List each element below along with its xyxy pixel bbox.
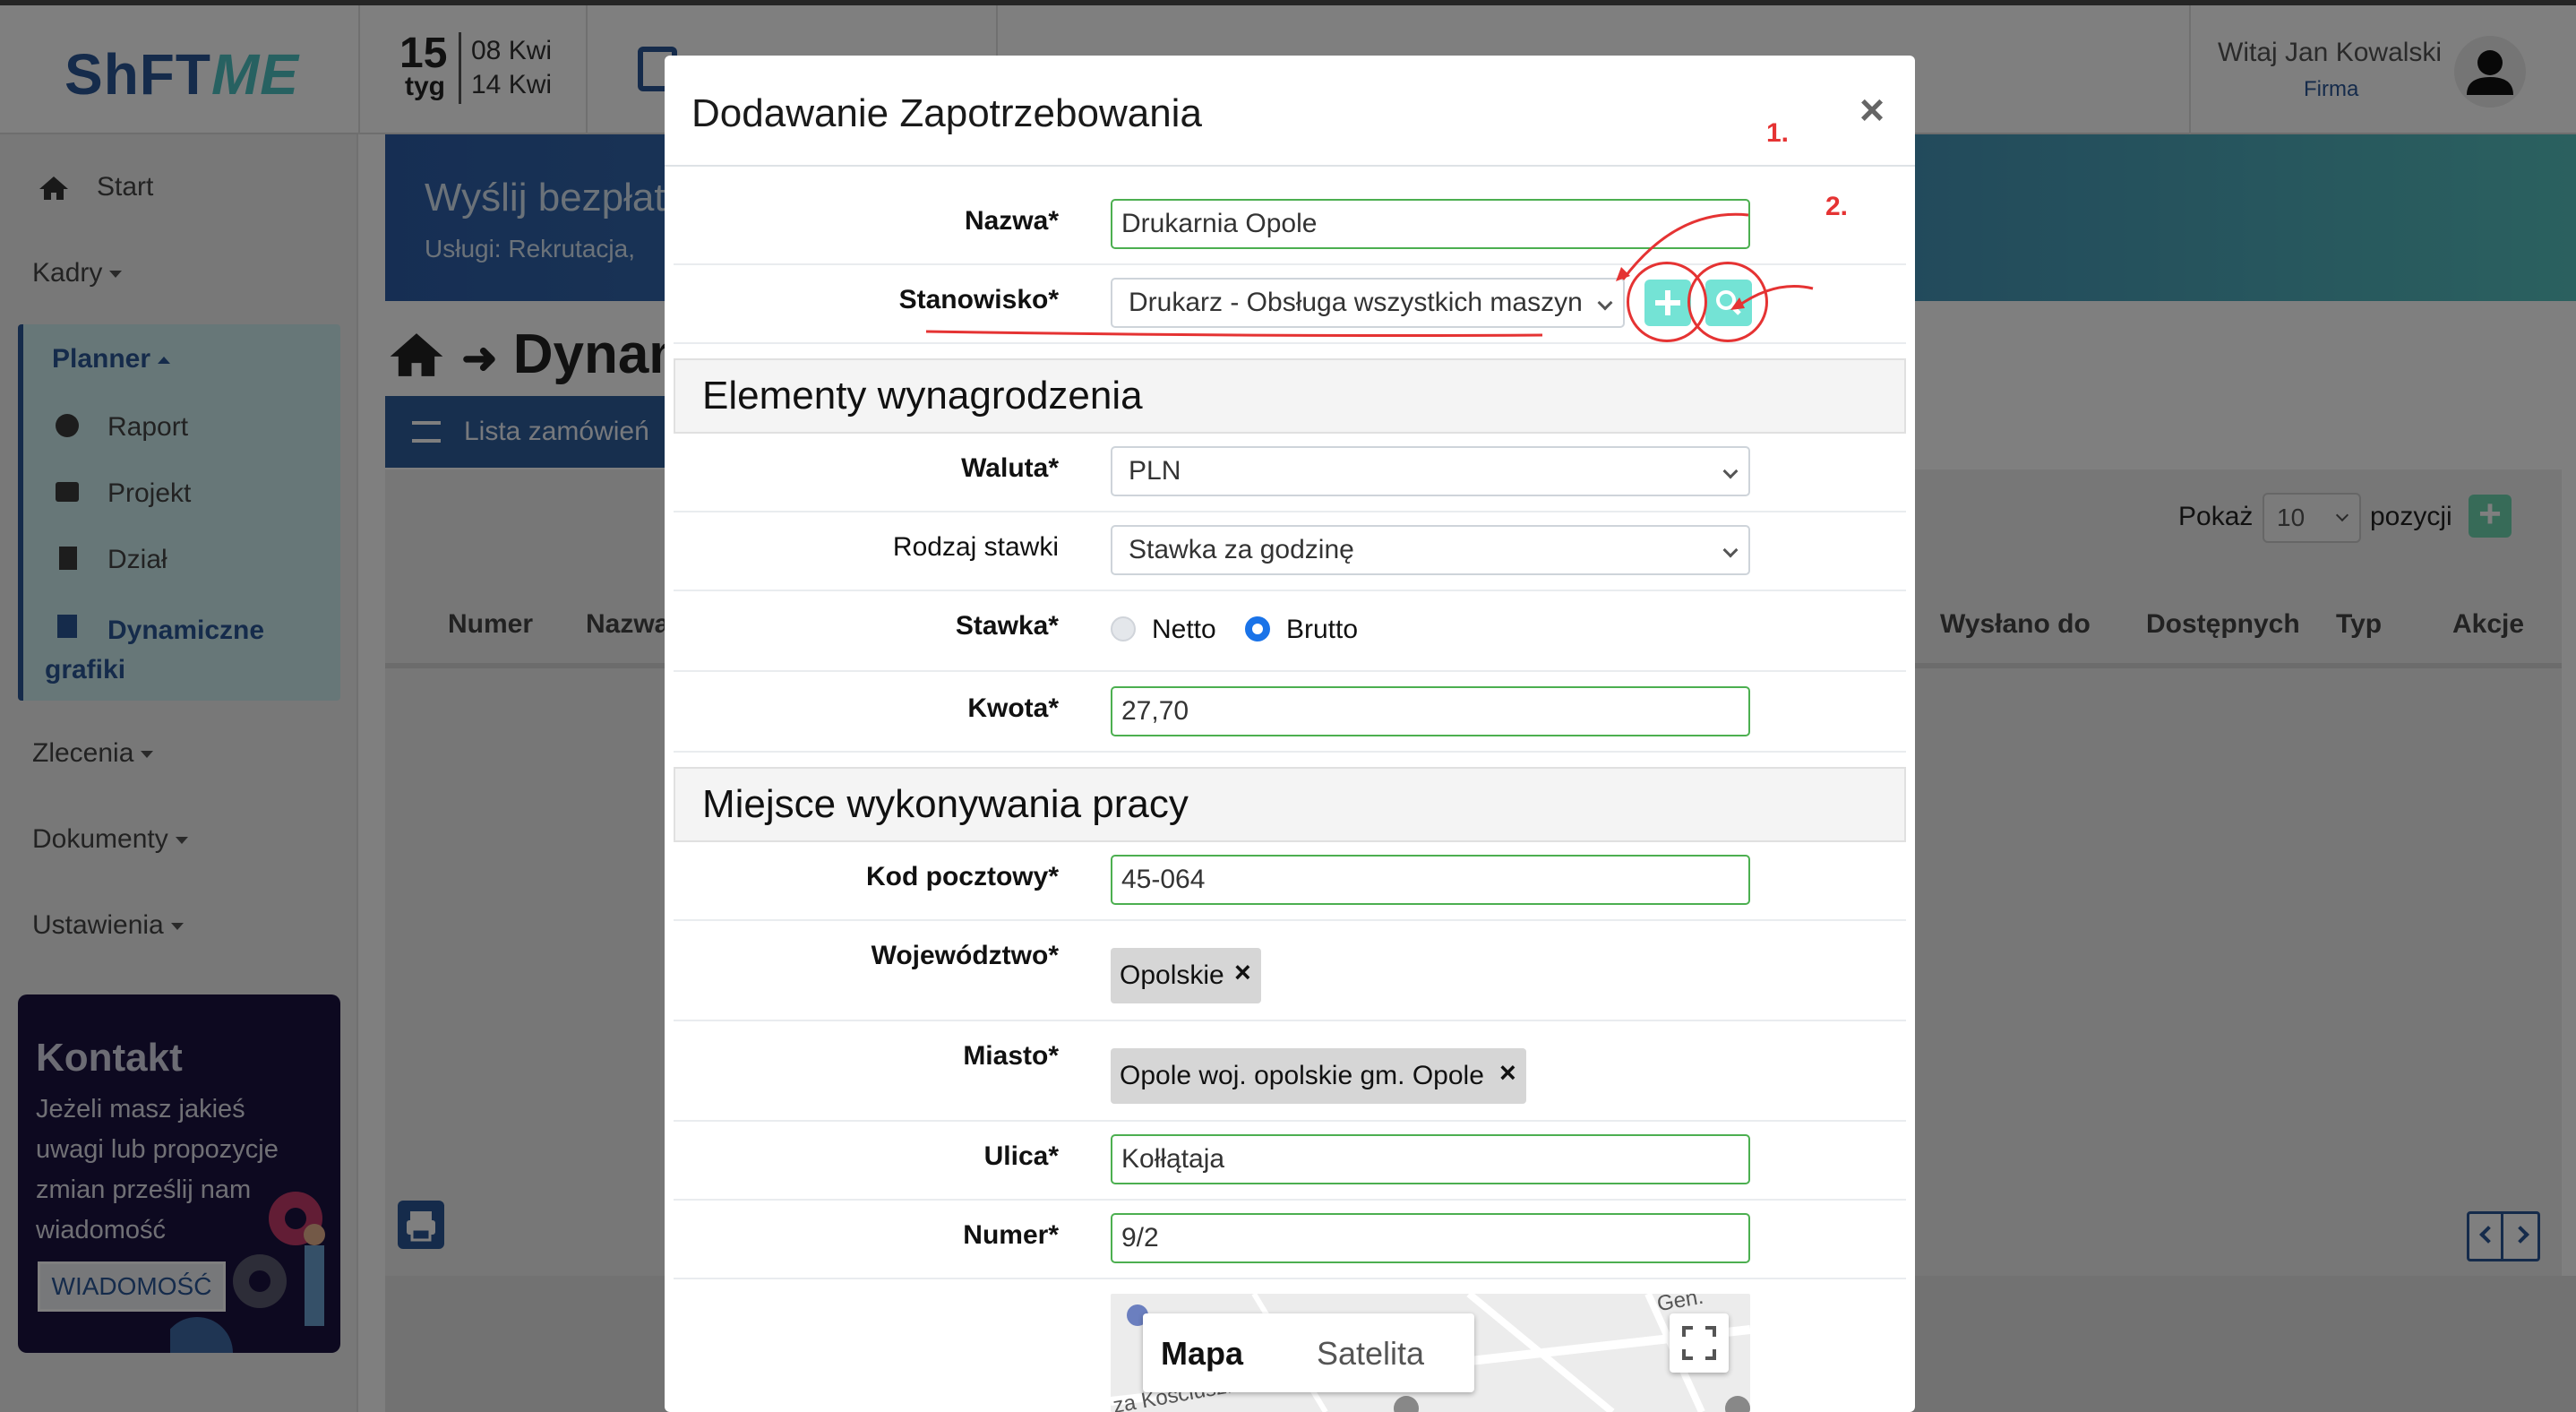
number-label: Numer* (963, 1220, 1059, 1250)
row-divider (674, 590, 1906, 591)
modal-title: Dodawanie Zapotrzebowania (691, 91, 1202, 135)
postal-code-label: Kod pocztowy* (866, 862, 1059, 891)
street-label: Ulica* (983, 1141, 1059, 1171)
remove-icon[interactable]: × (1499, 1045, 1516, 1100)
row-divider (674, 670, 1906, 672)
row-divider (674, 1199, 1906, 1201)
voivodeship-label: Województwo* (871, 941, 1059, 970)
radio-netto[interactable] (1111, 616, 1136, 641)
city-label: Miasto* (963, 1041, 1059, 1071)
rate-type-label: Rodzaj stawki (892, 532, 1059, 562)
row-divider (674, 1020, 1906, 1021)
map-tab[interactable]: Mapa (1161, 1335, 1243, 1373)
amount-input[interactable]: 27,70 (1111, 686, 1750, 736)
city-tag[interactable]: Opole woj. opolskie gm. Opole × (1111, 1048, 1526, 1104)
location-map[interactable]: za Kościuszk Gen. Mapa Satelita (1111, 1294, 1750, 1412)
row-divider (674, 751, 1906, 753)
annotation-label-1: 1. (1766, 118, 1790, 148)
radio-netto-label: Netto (1152, 615, 1216, 644)
postal-code-input[interactable]: 45-064 (1111, 855, 1750, 905)
radio-brutto[interactable] (1245, 616, 1270, 641)
currency-label: Waluta* (961, 453, 1059, 483)
map-type-toggle: Mapa Satelita (1143, 1313, 1474, 1392)
row-divider (674, 1120, 1906, 1122)
radio-brutto-label: Brutto (1286, 615, 1359, 644)
fullscreen-icon[interactable] (1670, 1313, 1729, 1373)
remove-icon[interactable]: × (1234, 944, 1251, 1000)
section-salary: Elementy wynagrodzenia (674, 358, 1906, 434)
street-input[interactable]: Kołłątaja (1111, 1134, 1750, 1184)
amount-label: Kwota* (967, 693, 1059, 723)
add-demand-modal: Dodawanie Zapotrzebowania × Nazwa* Druka… (665, 56, 1915, 1412)
number-input[interactable]: 9/2 (1111, 1213, 1750, 1263)
satellite-tab[interactable]: Satelita (1317, 1335, 1424, 1373)
voivodeship-tag[interactable]: Opolskie × (1111, 948, 1261, 1003)
rate-label: Stawka* (955, 611, 1059, 641)
rate-type-select[interactable]: Stawka za godzinę (1111, 525, 1750, 575)
row-divider (674, 919, 1906, 921)
currency-select[interactable]: PLN (1111, 446, 1750, 496)
close-icon[interactable]: × (1859, 86, 1885, 135)
section-workplace: Miejsce wykonywania pracy (674, 767, 1906, 842)
row-divider (674, 511, 1906, 512)
row-divider (674, 1278, 1906, 1279)
